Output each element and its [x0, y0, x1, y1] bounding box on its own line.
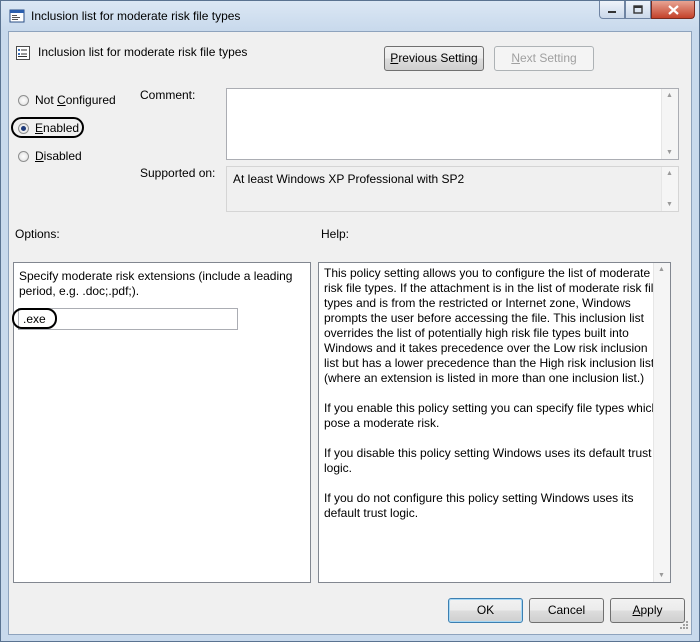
scroll-down-arrow-icon[interactable]: ▼	[666, 149, 673, 156]
help-text: This policy setting allows you to config…	[324, 266, 664, 536]
supported-on-scrollbar[interactable]: ▲ ▼	[661, 167, 678, 211]
scroll-down-arrow-icon[interactable]: ▼	[666, 201, 673, 208]
options-panel: Specify moderate risk extensions (includ…	[12, 262, 311, 583]
maximize-icon	[633, 5, 643, 14]
comment-label: Comment:	[140, 88, 196, 102]
comment-textarea[interactable]: ▲ ▼	[226, 88, 679, 160]
help-paragraph: If you disable this policy setting Windo…	[324, 446, 652, 475]
scroll-up-arrow-icon[interactable]: ▲	[658, 266, 665, 273]
minimize-icon	[608, 10, 616, 13]
highlight-oval-enabled	[11, 117, 84, 138]
help-scrollbar[interactable]: ▲ ▼	[653, 263, 670, 582]
help-paragraph: This policy setting allows you to config…	[324, 266, 661, 385]
radio-disabled-label: Disabled	[35, 149, 82, 163]
apply-button[interactable]: Apply	[610, 598, 685, 623]
cancel-button[interactable]: Cancel	[529, 598, 604, 623]
policy-dialog-window: Inclusion list for moderate risk file ty…	[0, 0, 700, 642]
apply-label: Apply	[632, 603, 663, 617]
ok-label: OK	[476, 603, 495, 617]
setting-title: Inclusion list for moderate risk file ty…	[38, 45, 248, 59]
help-paragraph: If you enable this policy setting you ca…	[324, 401, 659, 430]
previous-setting-button[interactable]: Previous Setting	[384, 46, 484, 71]
help-paragraph: If you do not configure this policy sett…	[324, 491, 634, 520]
previous-setting-label: Previous Setting	[390, 51, 478, 65]
supported-on-value: At least Windows XP Professional with SP…	[233, 172, 465, 186]
scroll-down-arrow-icon[interactable]: ▼	[658, 572, 665, 579]
next-setting-button[interactable]: Next Setting	[494, 46, 594, 71]
highlight-oval-exe	[12, 308, 57, 329]
radio-not-configured-label: Not Configured	[35, 93, 116, 107]
policy-setting-icon	[16, 46, 30, 60]
scroll-up-arrow-icon[interactable]: ▲	[666, 92, 673, 99]
radio-not-configured[interactable]: Not Configured	[18, 93, 116, 107]
comment-scrollbar[interactable]: ▲ ▼	[661, 89, 678, 159]
close-button[interactable]	[651, 1, 695, 19]
resize-grip-icon[interactable]	[677, 620, 689, 632]
title-bar[interactable]: Inclusion list for moderate risk file ty…	[1, 1, 699, 31]
options-description: Specify moderate risk extensions (includ…	[19, 269, 293, 298]
help-panel: This policy setting allows you to config…	[318, 262, 671, 583]
minimize-button[interactable]	[599, 1, 625, 19]
radio-disabled-indicator[interactable]	[18, 150, 29, 162]
cancel-label: Cancel	[547, 603, 586, 617]
next-setting-label: Next Setting	[511, 51, 577, 65]
dialog-client-area: Inclusion list for moderate risk file ty…	[8, 31, 692, 635]
radio-disabled[interactable]: Disabled	[18, 149, 82, 163]
options-label: Options:	[15, 227, 60, 241]
ok-button[interactable]: OK	[448, 598, 523, 623]
supported-on-field: At least Windows XP Professional with SP…	[226, 166, 679, 212]
maximize-button[interactable]	[625, 1, 651, 19]
supported-on-label: Supported on:	[140, 166, 216, 180]
radio-not-configured-indicator[interactable]	[18, 94, 29, 106]
window-title: Inclusion list for moderate risk file ty…	[31, 9, 241, 23]
policy-window-icon	[9, 9, 25, 23]
close-icon	[667, 4, 679, 15]
scroll-up-arrow-icon[interactable]: ▲	[666, 170, 673, 177]
help-label: Help:	[321, 227, 350, 241]
